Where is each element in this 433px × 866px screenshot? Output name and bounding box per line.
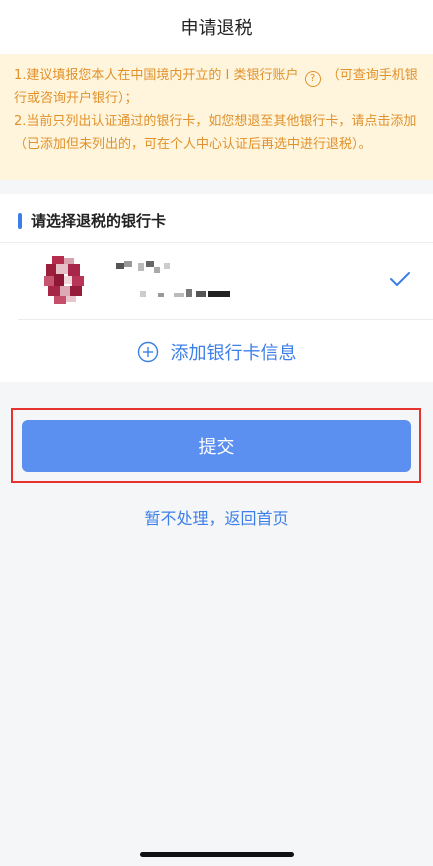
- section-accent-bar: [18, 212, 22, 229]
- home-indicator[interactable]: [140, 852, 294, 857]
- notice-line-1: 1.建议填报您本人在中国境内开立的 I 类银行账户 ? （可查询手机银行或咨询开…: [14, 64, 419, 110]
- add-bank-card-button[interactable]: 添加银行卡信息: [0, 330, 433, 374]
- question-circle-icon[interactable]: ?: [304, 71, 321, 87]
- page-title: 申请退税: [180, 18, 253, 39]
- notice-box: 1.建议填报您本人在中国境内开立的 I 类银行账户 ? （可查询手机银行或咨询开…: [0, 54, 433, 180]
- bank-name-redacted: [116, 261, 170, 273]
- bank-logo-icon: [44, 256, 84, 304]
- plus-circle-icon: [137, 341, 158, 363]
- submit-button[interactable]: 提交: [22, 420, 411, 472]
- bank-card-option[interactable]: [0, 243, 433, 319]
- notice-line-1-text: 1.建议填报您本人在中国境内开立的 I 类银行账户: [14, 68, 299, 83]
- app-header: 申请退税: [0, 0, 433, 54]
- section-title: 请选择退税的银行卡: [31, 212, 167, 230]
- notice-line-2: 2.当前只列出认证通过的银行卡，如您想退至其他银行卡，请点击添加（已添加但未列出…: [14, 114, 417, 152]
- section-header: 请选择退税的银行卡: [18, 210, 166, 231]
- add-bank-card-label: 添加银行卡信息: [170, 343, 297, 364]
- card-number-redacted: [140, 289, 230, 297]
- return-home-link[interactable]: 暂不处理，返回首页: [0, 505, 433, 529]
- bank-card-section: 请选择退税的银行卡 添加银行卡信息: [0, 194, 433, 382]
- divider: [18, 319, 433, 320]
- check-icon: [390, 272, 410, 286]
